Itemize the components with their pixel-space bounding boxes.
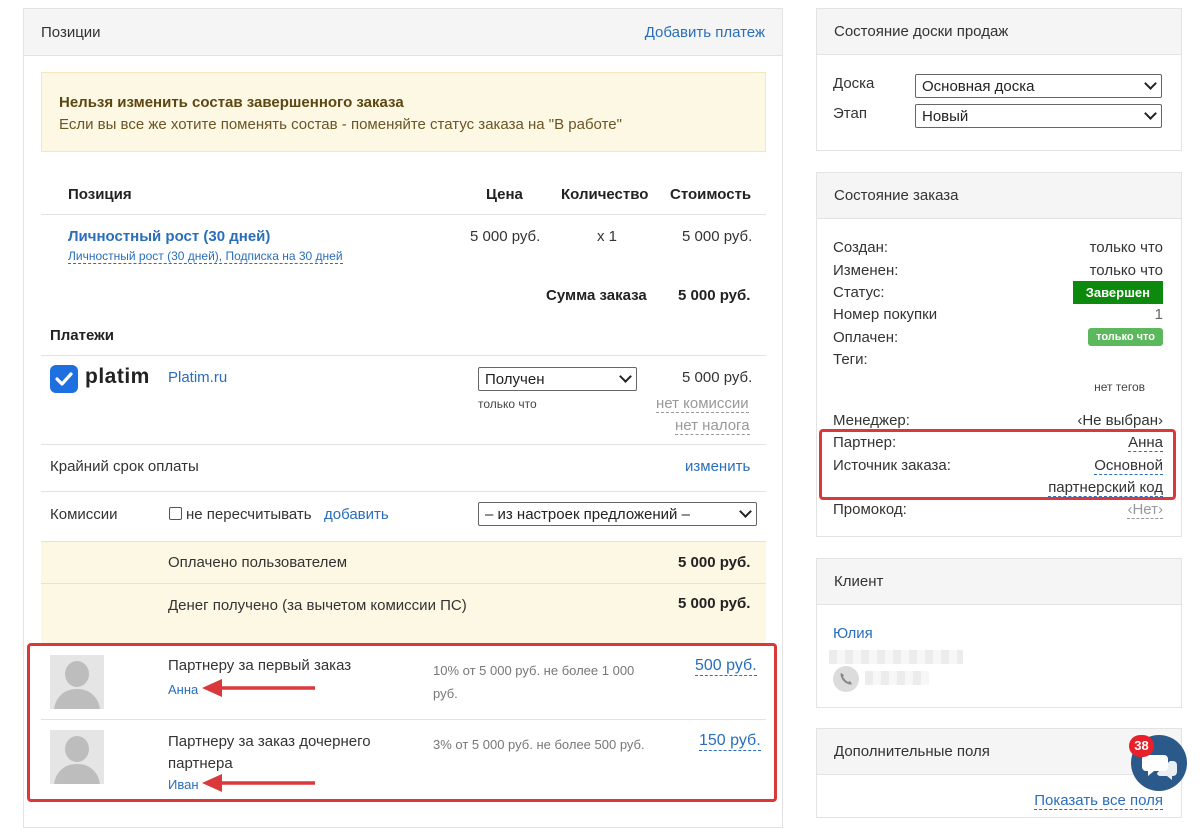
chat-unread-badge: 38 xyxy=(1129,735,1154,757)
divider xyxy=(41,583,766,584)
manager-link[interactable]: ‹Не выбран› xyxy=(1077,412,1163,430)
status-badge: Завершен xyxy=(1072,281,1163,304)
no-recalc-checkbox[interactable] xyxy=(169,507,182,520)
payment-status-value: Получен xyxy=(485,370,545,388)
divider xyxy=(41,214,766,215)
col-price: Цена xyxy=(486,186,523,203)
add-payment-link[interactable]: Добавить платеж xyxy=(645,24,765,41)
status-label: Статус: xyxy=(833,284,885,301)
manager-label: Менеджер: xyxy=(833,412,910,429)
stage-select[interactable]: Новый xyxy=(915,104,1162,128)
tags-value: нет тегов xyxy=(1094,380,1145,394)
divider xyxy=(41,444,766,445)
board-label: Доска xyxy=(833,75,875,92)
promo-link[interactable]: ‹Нет› xyxy=(1127,501,1163,519)
received-value: 5 000 руб. xyxy=(678,595,751,612)
platim-logo-text: platim xyxy=(85,365,150,388)
deadline-label: Крайний срок оплаты xyxy=(50,458,199,475)
modified-value: только что xyxy=(1089,262,1163,279)
board-title: Состояние доски продаж xyxy=(834,23,1009,40)
partner-source-highlight-box xyxy=(819,429,1176,500)
show-all-fields-link[interactable]: Показать все поля xyxy=(1034,792,1163,810)
totals-block xyxy=(41,541,766,645)
no-commission-link[interactable]: нет комиссии xyxy=(656,395,749,413)
received-label: Денег получено (за вычетом комиссии ПС) xyxy=(168,597,467,614)
paid-badge: только что xyxy=(1088,328,1163,346)
divider xyxy=(41,355,766,356)
created-value: только что xyxy=(1089,239,1163,256)
platim-logo-icon xyxy=(50,365,78,393)
chevron-down-icon xyxy=(739,505,752,518)
warning-text: Если вы все же хотите поменять состав - … xyxy=(59,116,622,133)
stage-select-value: Новый xyxy=(922,107,969,125)
item-qty: x 1 xyxy=(597,228,618,245)
board-header: Состояние доски продаж xyxy=(817,9,1181,55)
add-commission-link[interactable]: добавить xyxy=(324,506,389,523)
modified-label: Изменен: xyxy=(833,262,899,279)
extra-fields-header: Дополнительные поля xyxy=(817,729,1181,775)
warning-title: Нельзя изменить состав завершенного зака… xyxy=(59,94,404,111)
chevron-down-icon xyxy=(619,370,632,383)
col-position: Позиция xyxy=(68,186,132,203)
purchase-label: Номер покупки xyxy=(833,306,938,323)
phone-icon xyxy=(833,666,859,692)
commission-select-value: – из настроек предложений – xyxy=(485,505,690,523)
chevron-down-icon xyxy=(1144,77,1157,90)
payment-time: только что xyxy=(478,397,537,411)
stage-label: Этап xyxy=(833,105,867,122)
positions-header: Позиции Добавить платеж xyxy=(24,9,782,56)
board-panel: Состояние доски продаж Доска Основная до… xyxy=(816,8,1182,151)
promo-label: Промокод: xyxy=(833,501,907,518)
warning-alert: Нельзя изменить состав завершенного зака… xyxy=(41,72,766,152)
payments-title: Платежи xyxy=(50,327,114,344)
client-title: Клиент xyxy=(834,573,884,590)
arrow-left-icon xyxy=(202,679,315,792)
no-tax-link[interactable]: нет налога xyxy=(675,417,750,435)
positions-title: Позиции xyxy=(41,23,101,41)
col-qty: Количество xyxy=(561,186,649,203)
item-cost: 5 000 руб. xyxy=(682,228,753,245)
item-sub-link[interactable]: Личностный рост (30 дней), Подписка на 3… xyxy=(68,249,343,264)
divider xyxy=(41,491,766,492)
board-select-value: Основная доска xyxy=(922,77,1035,95)
order-state-title: Состояние заказа xyxy=(834,187,959,204)
extra-fields-title: Дополнительные поля xyxy=(834,743,990,760)
paid-value: 5 000 руб. xyxy=(678,554,751,571)
item-price: 5 000 руб. xyxy=(470,228,541,245)
payment-status-select[interactable]: Получен xyxy=(478,367,637,391)
col-cost: Стоимость xyxy=(670,186,752,203)
board-select[interactable]: Основная доска xyxy=(915,74,1162,98)
chevron-down-icon xyxy=(1144,107,1157,120)
created-label: Создан: xyxy=(833,239,889,256)
client-name-link[interactable]: Юлия xyxy=(833,625,873,642)
client-header: Клиент xyxy=(817,559,1181,605)
paid-state-label: Оплачен: xyxy=(833,329,899,346)
no-recalc-label: не пересчитывать xyxy=(186,506,312,523)
tags-label: Теги: xyxy=(833,351,868,368)
paid-label: Оплачено пользователем xyxy=(168,554,348,571)
commissions-label: Комиссии xyxy=(50,506,118,523)
commission-select[interactable]: – из настроек предложений – xyxy=(478,502,757,526)
client-email-redacted xyxy=(829,650,963,664)
client-phone-redacted xyxy=(865,671,929,685)
payment-system-link[interactable]: Platim.ru xyxy=(168,369,227,386)
partners-highlight-box xyxy=(27,643,777,802)
deadline-change-link[interactable]: изменить xyxy=(685,458,750,475)
client-panel: Клиент Юлия xyxy=(816,558,1182,708)
sum-label: Сумма заказа xyxy=(546,287,647,304)
order-state-header: Состояние заказа xyxy=(817,173,1181,219)
payment-amount: 5 000 руб. xyxy=(682,369,753,386)
item-name-link[interactable]: Личностный рост (30 дней) xyxy=(68,228,270,245)
purchase-value: 1 xyxy=(1154,306,1163,323)
sum-value: 5 000 руб. xyxy=(678,287,751,304)
divider xyxy=(41,541,766,542)
